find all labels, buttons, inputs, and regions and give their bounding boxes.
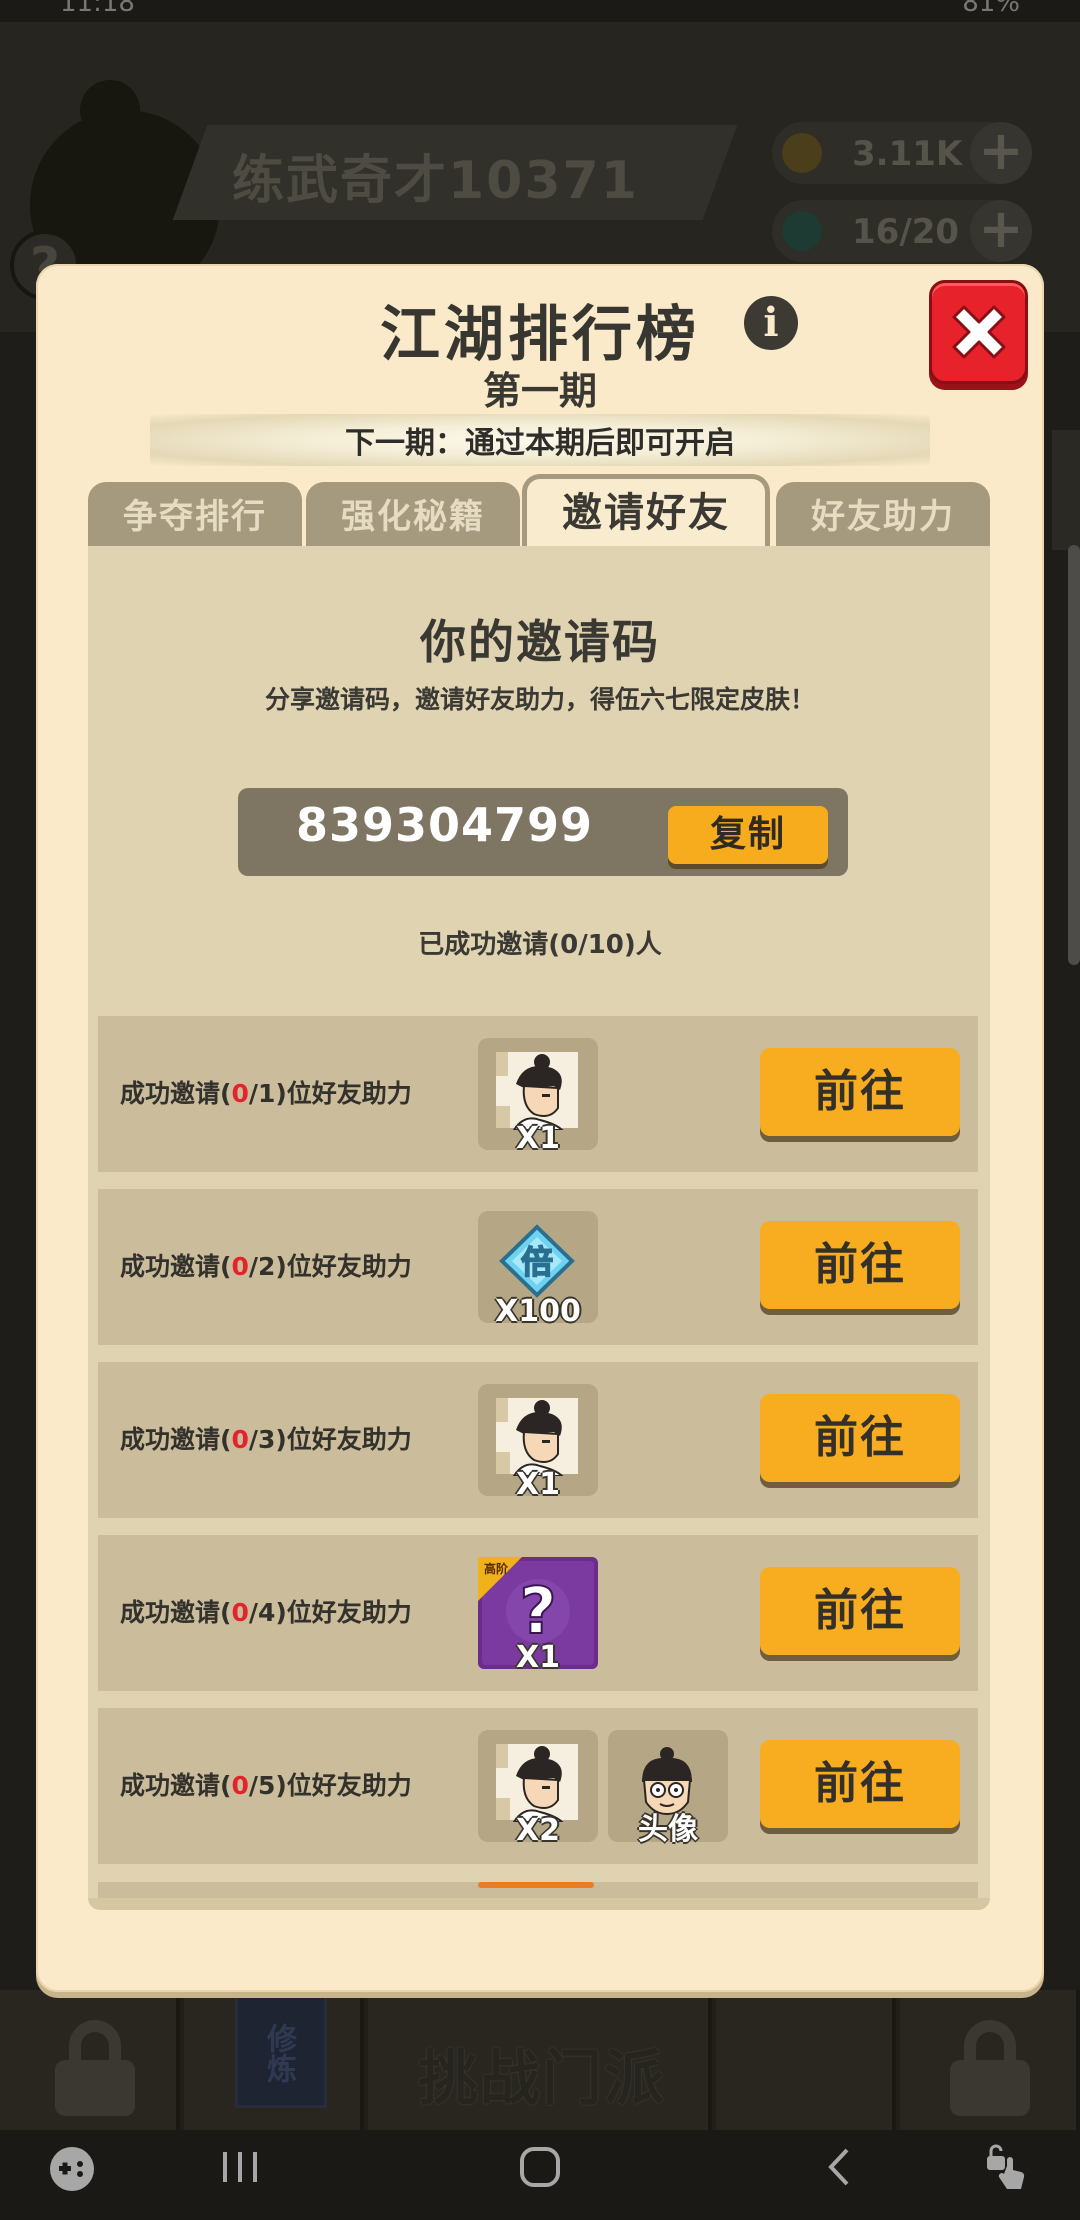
tab-skill-book[interactable]: 强化秘籍 xyxy=(306,482,520,548)
close-icon xyxy=(952,305,1005,359)
player-name: 练武奇才10371 xyxy=(232,151,639,211)
reward-item[interactable]: X1 xyxy=(478,1384,598,1502)
status-time: 11:18 xyxy=(60,0,135,18)
add-coins-button: + xyxy=(970,122,1032,184)
go-button[interactable]: 前往 xyxy=(760,1048,960,1136)
reward-item[interactable]: X2 xyxy=(478,1730,598,1848)
training-book-icon: 修炼 xyxy=(235,1990,327,2108)
menu-slot-locked xyxy=(900,1990,1080,2130)
next-period-text: 下一期：通过本期后即可开启 xyxy=(345,426,735,461)
reward-count: X100 xyxy=(495,1294,581,1329)
reward-item[interactable]: 倍 X100 xyxy=(478,1211,598,1329)
period-label: 第一期 xyxy=(482,369,597,413)
coin-counter: 3.11K + xyxy=(772,122,1032,184)
reward-item-edge xyxy=(478,1882,594,1888)
go-button[interactable]: 前往 xyxy=(760,1740,960,1828)
reward-count: X1 xyxy=(515,1467,560,1502)
tab-ranking[interactable]: 争夺排行 xyxy=(88,482,302,548)
invite-progress: 已成功邀请(0/10)人 xyxy=(418,930,662,960)
tab-invite-friends[interactable]: 邀请好友 xyxy=(522,474,770,550)
reward-item[interactable]: X1 xyxy=(478,1038,598,1156)
go-button[interactable]: 前往 xyxy=(760,1567,960,1655)
lock-icon xyxy=(55,2020,135,2116)
reward-count: X1 xyxy=(515,1121,560,1156)
reward-row: 成功邀请(0/5)位好友助力 X2 头像 前往 xyxy=(98,1708,978,1864)
character-portrait-icon xyxy=(496,1398,578,1476)
reward-item[interactable]: 头像 xyxy=(608,1730,728,1847)
go-button[interactable]: 前往 xyxy=(760,1394,960,1482)
invite-code-heading: 你的邀请码 xyxy=(420,615,660,669)
menu-slot-locked xyxy=(0,1990,180,2130)
add-energy-button: + xyxy=(970,200,1032,262)
svg-text:倍: 倍 xyxy=(521,1243,553,1281)
reward-row: 成功邀请(0/3)位好友助力 X1 前往 xyxy=(98,1362,978,1518)
character-portrait-icon xyxy=(496,1744,578,1822)
lock-icon xyxy=(950,2020,1030,2116)
energy-counter: 16/20 + xyxy=(772,200,1032,262)
character-portrait-icon xyxy=(496,1052,578,1130)
go-button[interactable]: 前往 xyxy=(760,1221,960,1309)
reward-count: 头像 xyxy=(638,1812,698,1847)
recent-apps-icon[interactable] xyxy=(205,2142,275,2206)
reward-condition: 成功邀请(0/4)位好友助力 xyxy=(120,1598,412,1627)
back-icon[interactable] xyxy=(805,2142,875,2206)
battery-level: 81% xyxy=(962,0,1020,18)
reward-row: 成功邀请(0/2)位好友助力 倍 X100 前往 xyxy=(98,1189,978,1345)
home-icon[interactable] xyxy=(505,2142,575,2206)
copy-code-button[interactable]: 复制 xyxy=(668,806,828,864)
reward-item[interactable]: 高阶 ? X1 xyxy=(478,1557,598,1675)
reward-count: X1 xyxy=(515,1640,560,1675)
panel-bottom-edge xyxy=(88,1898,990,1910)
bottom-menu: 修炼 挑战门派 xyxy=(0,1990,1080,2130)
coin-value: 3.11K xyxy=(852,134,963,174)
game-tools-icon[interactable] xyxy=(40,2142,104,2206)
invite-code-value: 839304799 xyxy=(296,798,594,852)
tab-friend-help[interactable]: 好友助力 xyxy=(776,482,990,548)
energy-value: 16/20 xyxy=(852,212,960,252)
reward-row: 成功邀请(0/4)位好友助力 高阶 ? X1 前往 xyxy=(98,1535,978,1691)
reward-count: X2 xyxy=(515,1813,560,1848)
svg-text:高阶: 高阶 xyxy=(484,1561,509,1576)
touch-lock-icon[interactable] xyxy=(975,2142,1045,2206)
info-icon[interactable]: i xyxy=(744,296,798,350)
energy-icon xyxy=(782,211,822,251)
screen: 11:18 81% 练武奇才10371 ? 3.11K + 16/20 + 修炼… xyxy=(0,0,1080,2220)
multiplier-diamond-icon: 倍 xyxy=(499,1224,575,1298)
reward-condition: 成功邀请(0/2)位好友助力 xyxy=(120,1252,412,1281)
menu-slot-building xyxy=(716,1990,896,2130)
coin-icon xyxy=(782,133,822,173)
svg-text:?: ? xyxy=(519,1575,556,1649)
reward-row: 成功邀请(0/1)位好友助力 X1 前往 xyxy=(98,1016,978,1172)
system-nav-bar xyxy=(0,2130,1080,2220)
close-button[interactable] xyxy=(929,280,1028,384)
invite-code-subtitle: 分享邀请码，邀请好友助力，得伍六七限定皮肤！ xyxy=(264,685,815,714)
reward-condition: 成功邀请(0/3)位好友助力 xyxy=(120,1425,412,1454)
reward-condition: 成功邀请(0/1)位好友助力 xyxy=(120,1079,412,1108)
challenge-sect-label: 挑战门派 xyxy=(418,2044,666,2114)
status-bar: 11:18 81% xyxy=(0,0,1080,22)
reward-condition: 成功邀请(0/5)位好友助力 xyxy=(120,1771,412,1800)
